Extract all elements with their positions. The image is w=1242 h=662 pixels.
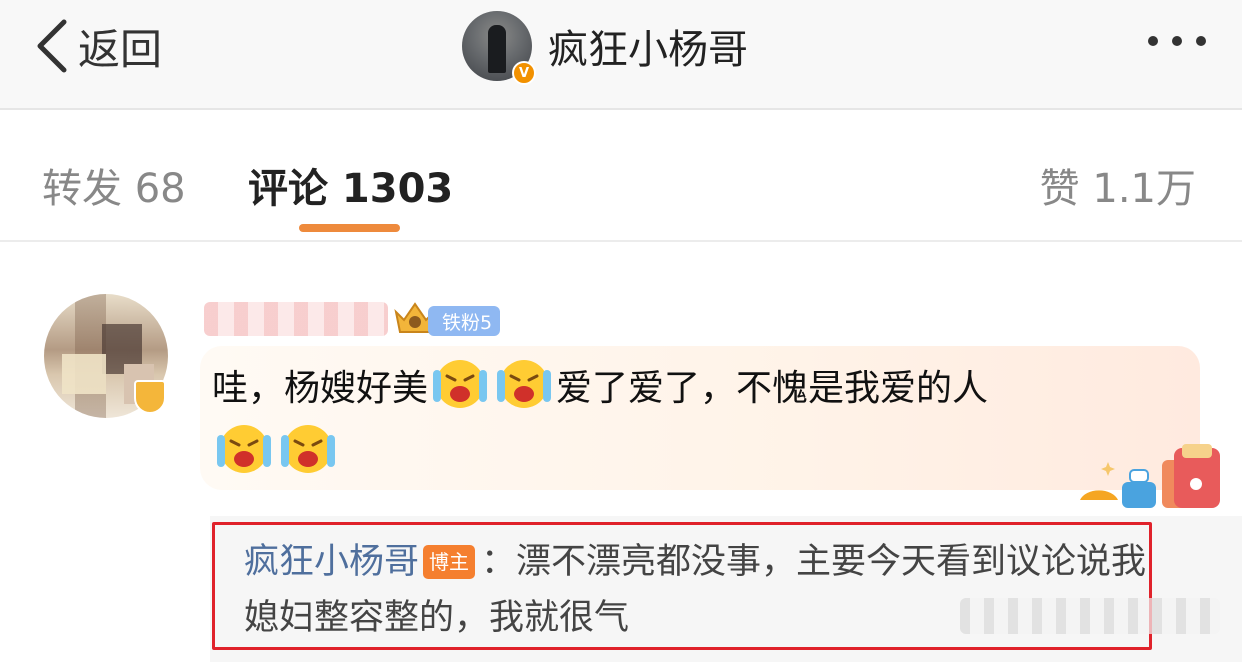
laugh-cry-emoji-icon [433,360,488,408]
avatar-figure [488,25,506,73]
top-navigation-bar: 返回 V 疯狂小杨哥 [0,0,1242,110]
comment-item: 铁粉5 哇，杨嫂好美 爱了爱了，不愧是我爱的人 疯狂小杨哥 博主 ：漂不漂亮都没事，主… [0,244,1242,662]
comment-text-part: 哇，杨嫂好美 [212,368,429,409]
page-title: 疯狂小杨哥 [548,27,748,73]
more-dots-icon[interactable] [1148,36,1206,46]
laugh-cry-emoji-icon [217,425,271,473]
laugh-cry-emoji-icon [281,425,335,473]
laugh-cry-emoji-icon [497,360,552,408]
shield-icon [134,380,166,414]
back-label: 返回 [78,24,163,74]
tab-likes[interactable]: 赞 1.1万 [1040,156,1196,214]
fan-level-badge: 铁粉5 [428,306,501,336]
profile-title[interactable]: V 疯狂小杨哥 [462,10,748,85]
dot [1172,36,1182,46]
back-button[interactable]: 返回 [34,14,162,78]
author-avatar[interactable]: V [462,11,536,85]
chevron-left-icon [37,19,67,73]
tab-repost[interactable]: 转发 68 [42,156,186,214]
dot [1148,36,1158,46]
watermark-blur [960,598,1220,634]
comment-text-part: 爱了爱了，不愧是我爱的人 [556,368,989,409]
interaction-tabs: 转发 68 评论 1303 赞 1.1万 [0,112,1242,242]
breakfast-decoration-icon [1080,444,1220,508]
comment-text: 哇，杨嫂好美 爱了爱了，不愧是我爱的人 [212,356,1192,486]
tab-comments[interactable]: 评论 1303 [248,156,453,214]
avatar-mosaic [62,354,106,394]
active-tab-indicator [299,224,400,232]
commenter-name-blurred[interactable] [204,302,388,336]
verified-badge-icon: V [512,61,536,85]
dot [1196,36,1206,46]
